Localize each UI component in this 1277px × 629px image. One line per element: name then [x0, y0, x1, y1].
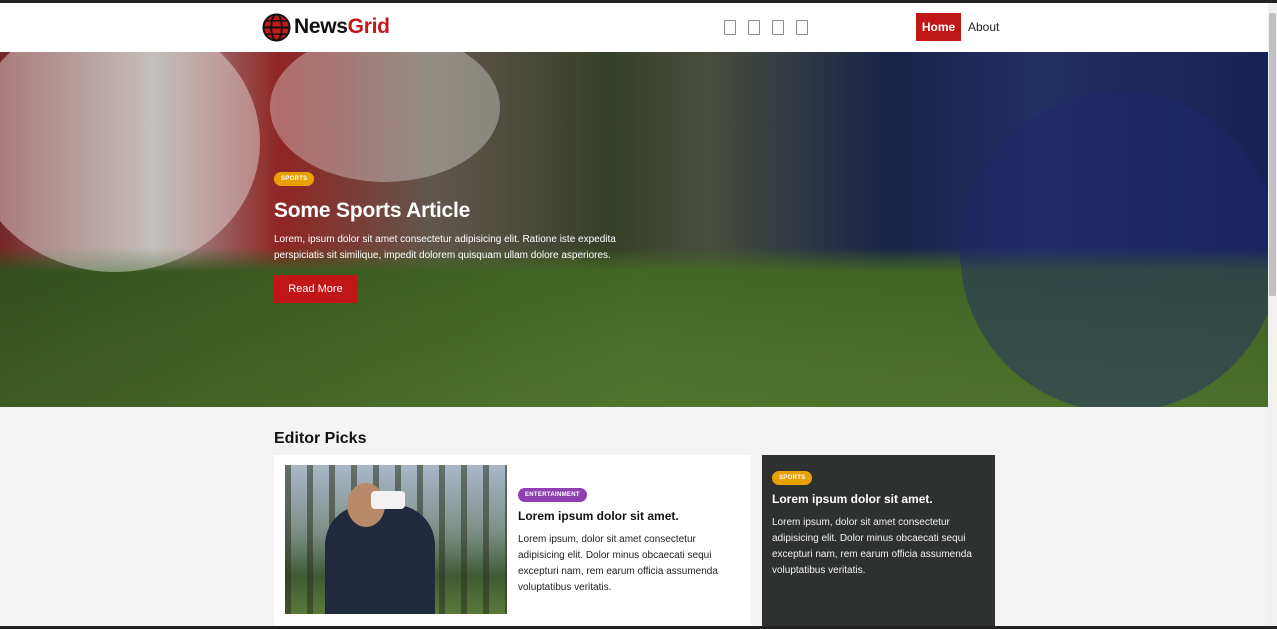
nav-home-link[interactable]: Home [916, 13, 961, 41]
facebook-icon[interactable] [724, 20, 736, 35]
vr-headset-decoration [371, 491, 405, 509]
social-links [724, 20, 808, 35]
editor-pick-card-2[interactable]: SPORTS Lorem ipsum dolor sit amet. Lorem… [762, 455, 995, 627]
globe-icon [262, 12, 291, 42]
editor-pick-card-1[interactable]: ENTERTAINMENT Lorem ipsum dolor sit amet… [274, 455, 751, 627]
brand-logo[interactable]: NewsGrid [262, 12, 390, 42]
hero-title[interactable]: Some Sports Article [274, 199, 654, 223]
editor-pick-card-2-body: SPORTS Lorem ipsum dolor sit amet. Lorem… [772, 466, 987, 579]
read-more-button[interactable]: Read More [274, 275, 357, 303]
editor-picks-heading: Editor Picks [274, 430, 367, 447]
youtube-icon[interactable] [796, 20, 808, 35]
card-2-text: Lorem ipsum, dolor sit amet consectetur … [772, 517, 972, 576]
editor-pick-card-1-body: ENTERTAINMENT Lorem ipsum dolor sit amet… [518, 483, 738, 596]
top-navbar: NewsGrid Home About [0, 3, 1268, 53]
hero-category-badge[interactable]: SPORTS [274, 172, 315, 186]
hero-player-right-decoration [960, 92, 1268, 407]
scrollbar-thumb[interactable] [1269, 13, 1276, 296]
entertainment-badge[interactable]: ENTERTAINMENT [518, 488, 587, 502]
card-1-title[interactable]: Lorem ipsum dolor sit amet. [518, 509, 738, 523]
hero-banner: SPORTS Some Sports Article Lorem, ipsum … [0, 52, 1268, 407]
brand-name-suffix: Grid [347, 15, 390, 38]
person-body-decoration [325, 505, 435, 614]
brand-name-prefix: News [294, 15, 348, 38]
vr-headset-photo [285, 465, 507, 614]
hero-description: Lorem, ipsum dolor sit amet consectetur … [274, 234, 616, 261]
sports-badge[interactable]: SPORTS [772, 471, 813, 485]
instagram-icon[interactable] [772, 20, 784, 35]
card-2-title[interactable]: Lorem ipsum dolor sit amet. [772, 492, 987, 506]
hero-content: SPORTS Some Sports Article Lorem, ipsum … [274, 167, 654, 303]
brand-name: NewsGrid [294, 15, 390, 39]
nav-links: Home About [916, 13, 999, 41]
vertical-scrollbar[interactable] [1268, 3, 1277, 629]
nav-about-link[interactable]: About [968, 20, 999, 34]
card-1-text: Lorem ipsum, dolor sit amet consectetur … [518, 534, 718, 593]
twitter-icon[interactable] [748, 20, 760, 35]
